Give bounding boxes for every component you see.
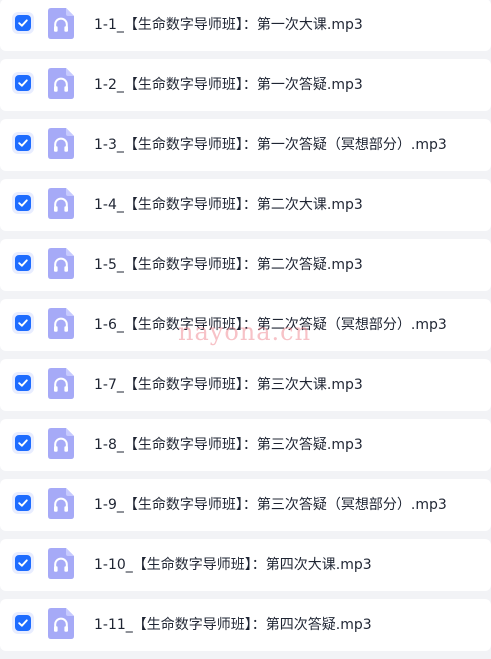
check-icon <box>15 255 31 271</box>
check-icon <box>15 315 31 331</box>
file-row-4[interactable]: 1-4_【生命数字导师班】：第二次大课.mp3 <box>0 179 491 231</box>
file-name: 1-1_【生命数字导师班】：第一次大课.mp3 <box>94 17 363 33</box>
file-name: 1-9_【生命数字导师班】：第三次答疑（冥想部分）.mp3 <box>94 497 447 513</box>
file-name: 1-7_【生命数字导师班】：第三次大课.mp3 <box>94 377 363 393</box>
check-icon <box>15 375 31 391</box>
file-checkbox[interactable] <box>12 372 34 394</box>
file-row-8[interactable]: 1-8_【生命数字导师班】：第三次答疑.mp3 <box>0 419 491 471</box>
file-row-6[interactable]: 1-6_【生命数字导师班】：第二次答疑（冥想部分）.mp3 <box>0 299 491 351</box>
headphones-icon <box>48 608 74 639</box>
headphones-icon <box>48 128 74 159</box>
file-checkbox[interactable] <box>12 72 34 94</box>
file-checkbox[interactable] <box>12 192 34 214</box>
check-icon <box>15 195 31 211</box>
file-name: 1-4_【生命数字导师班】：第二次大课.mp3 <box>94 197 363 213</box>
file-list: 1-1_【生命数字导师班】：第一次大课.mp3 1-2_【生命数字导师班】：第一… <box>0 0 491 659</box>
headphones-icon <box>48 68 74 99</box>
headphones-icon <box>48 8 74 39</box>
file-checkbox[interactable] <box>12 492 34 514</box>
headphones-icon <box>48 248 74 279</box>
file-row-7[interactable]: 1-7_【生命数字导师班】：第三次大课.mp3 <box>0 359 491 411</box>
file-name: 1-3_【生命数字导师班】：第一次答疑（冥想部分）.mp3 <box>94 137 447 153</box>
headphones-icon <box>48 308 74 339</box>
file-checkbox[interactable] <box>12 312 34 334</box>
file-name: 1-11_【生命数字导师班】：第四次答疑.mp3 <box>94 617 372 633</box>
file-checkbox[interactable] <box>12 12 34 34</box>
file-row-10[interactable]: 1-10_【生命数字导师班】：第四次大课.mp3 <box>0 539 491 591</box>
check-icon <box>15 435 31 451</box>
file-checkbox[interactable] <box>12 132 34 154</box>
headphones-icon <box>48 368 74 399</box>
file-name: 1-2_【生命数字导师班】：第一次答疑.mp3 <box>94 77 363 93</box>
check-icon <box>15 15 31 31</box>
headphones-icon <box>48 188 74 219</box>
file-name: 1-5_【生命数字导师班】：第二次答疑.mp3 <box>94 257 363 273</box>
file-row-3[interactable]: 1-3_【生命数字导师班】：第一次答疑（冥想部分）.mp3 <box>0 119 491 171</box>
file-checkbox[interactable] <box>12 432 34 454</box>
check-icon <box>15 75 31 91</box>
file-row-1[interactable]: 1-1_【生命数字导师班】：第一次大课.mp3 <box>0 0 491 51</box>
file-checkbox[interactable] <box>12 252 34 274</box>
check-icon <box>15 135 31 151</box>
file-checkbox[interactable] <box>12 552 34 574</box>
headphones-icon <box>48 428 74 459</box>
file-row-5[interactable]: 1-5_【生命数字导师班】：第二次答疑.mp3 <box>0 239 491 291</box>
headphones-icon <box>48 548 74 579</box>
file-checkbox[interactable] <box>12 612 34 634</box>
file-name: 1-6_【生命数字导师班】：第二次答疑（冥想部分）.mp3 <box>94 317 447 333</box>
check-icon <box>15 495 31 511</box>
headphones-icon <box>48 488 74 519</box>
file-row-11[interactable]: 1-11_【生命数字导师班】：第四次答疑.mp3 <box>0 599 491 651</box>
file-name: 1-8_【生命数字导师班】：第三次答疑.mp3 <box>94 437 363 453</box>
file-row-2[interactable]: 1-2_【生命数字导师班】：第一次答疑.mp3 <box>0 59 491 111</box>
file-name: 1-10_【生命数字导师班】：第四次大课.mp3 <box>94 557 372 573</box>
check-icon <box>15 615 31 631</box>
check-icon <box>15 555 31 571</box>
file-row-9[interactable]: 1-9_【生命数字导师班】：第三次答疑（冥想部分）.mp3 <box>0 479 491 531</box>
